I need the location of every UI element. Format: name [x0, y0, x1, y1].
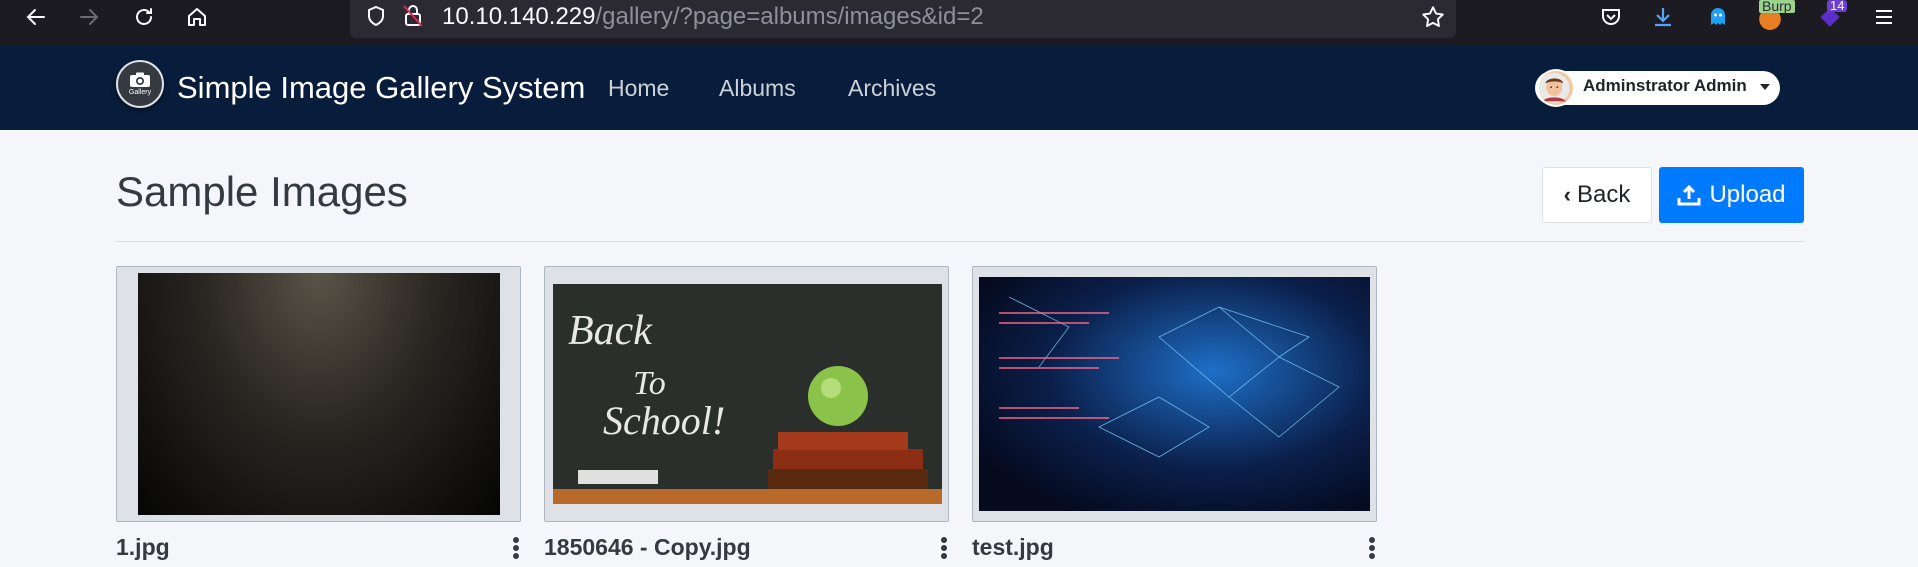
pocket-icon[interactable]: [1596, 2, 1626, 32]
forward-arrow-icon[interactable]: [67, 0, 111, 34]
nav-link-archives[interactable]: Archives: [848, 75, 936, 102]
user-menu[interactable]: Adminstrator Admin: [1535, 69, 1780, 107]
image-card[interactable]: Back To School!: [544, 266, 949, 522]
image-thumbnail[interactable]: [979, 277, 1370, 511]
chevron-left-icon: ‹: [1563, 182, 1571, 207]
camera-icon: [130, 72, 150, 87]
upload-button[interactable]: Upload: [1659, 167, 1804, 223]
url-text: 10.10.140.229/gallery/?page=albums/image…: [442, 2, 984, 32]
url-path: /gallery/?page=albums/images&id=2: [595, 3, 984, 30]
avatar: [1537, 69, 1575, 107]
extension-badge: 14: [1827, 0, 1848, 12]
image-thumbnail[interactable]: Back To School!: [553, 284, 942, 504]
more-options-icon[interactable]: [1366, 534, 1378, 562]
browser-toolbar: 10.10.140.229/gallery/?page=albums/image…: [0, 0, 1918, 45]
image-thumbnail[interactable]: [138, 273, 500, 515]
divider: [116, 241, 1804, 242]
address-bar[interactable]: 10.10.140.229/gallery/?page=albums/image…: [350, 0, 1456, 38]
insecure-lock-icon[interactable]: [401, 3, 425, 29]
image-caption: 1.jpg: [116, 534, 170, 560]
download-icon[interactable]: [1648, 2, 1678, 32]
brand-name[interactable]: Simple Image Gallery System: [177, 70, 585, 106]
upload-button-label: Upload: [1709, 181, 1786, 208]
logo-text: Gallery: [128, 89, 152, 96]
ghost-extension-icon[interactable]: [1703, 2, 1733, 32]
hamburger-menu-icon[interactable]: [1869, 2, 1899, 32]
burp-label: Burp: [1759, 0, 1795, 13]
bookmark-star-icon[interactable]: [1420, 4, 1446, 30]
home-icon[interactable]: [175, 0, 219, 34]
brand-logo[interactable]: Gallery: [116, 60, 164, 108]
more-options-icon[interactable]: [938, 534, 950, 562]
back-button-label: Back: [1576, 181, 1631, 208]
svg-text:To: To: [633, 365, 666, 402]
shield-icon[interactable]: [364, 4, 388, 28]
svg-text:Back: Back: [568, 308, 653, 354]
svg-text:School!: School!: [603, 398, 725, 443]
image-caption: 1850646 - Copy.jpg: [544, 534, 751, 560]
user-name: Adminstrator Admin: [1583, 76, 1747, 95]
nav-link-home[interactable]: Home: [608, 75, 669, 102]
more-options-icon[interactable]: [510, 534, 522, 562]
upload-icon: [1677, 184, 1701, 206]
image-card[interactable]: [116, 266, 521, 522]
image-card[interactable]: [972, 266, 1377, 522]
url-host: 10.10.140.229: [442, 3, 596, 30]
page-title: Sample Images: [116, 168, 408, 215]
site-navbar: Gallery Simple Image Gallery System Home…: [0, 45, 1918, 130]
nav-link-albums[interactable]: Albums: [719, 75, 796, 102]
back-arrow-icon[interactable]: [14, 0, 58, 34]
image-caption: test.jpg: [972, 534, 1054, 560]
reload-icon[interactable]: [122, 0, 166, 34]
caret-down-icon: [1760, 84, 1770, 90]
back-button[interactable]: ‹ Back: [1542, 167, 1652, 223]
